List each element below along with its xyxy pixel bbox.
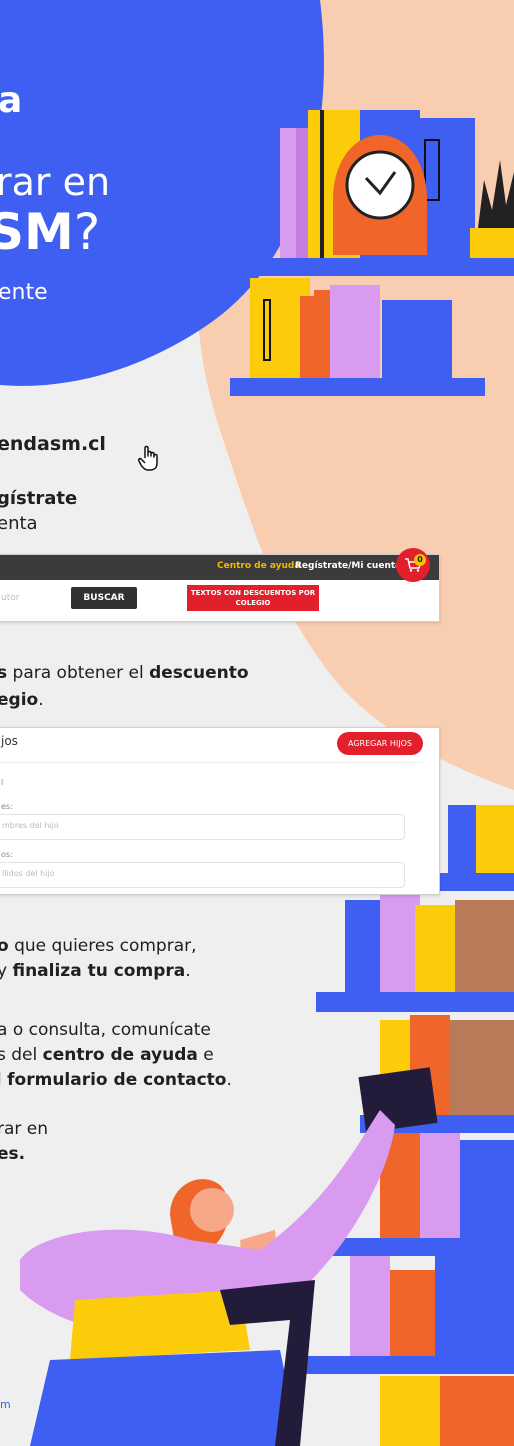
form-small-mark: l (1, 778, 4, 787)
step3-line-2: egio. (0, 688, 44, 713)
step2-account: enta (0, 513, 38, 534)
step5-pre: s del (0, 1045, 43, 1065)
search-button[interactable]: BUSCAR (71, 587, 137, 609)
surnames-placeholder: llidos del hijo (2, 869, 55, 878)
pointer-hand-icon (138, 445, 158, 471)
step4-bold: o (0, 936, 9, 956)
cart-count-badge: 0 (414, 554, 426, 566)
step6-line-1: rar en (0, 1119, 49, 1139)
children-form-panel: jos AGREGAR HIJOS l es: mbres del hijo o… (0, 727, 440, 895)
step5-help-center: centro de ayuda (42, 1045, 198, 1065)
step5-line-3: l formulario de contacto. (0, 1068, 232, 1093)
hero-line-1: a (0, 80, 23, 121)
step3-period: . (38, 690, 44, 710)
footer-text: m (0, 1398, 11, 1411)
discount-button[interactable]: TEXTOS CON DESCUENTOS POR COLEGIO (187, 585, 319, 611)
step4-and: y (0, 961, 8, 981)
names-label: es: (1, 802, 13, 811)
step6-line-2: es. (0, 1144, 26, 1164)
step5-post: e (197, 1045, 214, 1065)
hero-question-mark: ? (73, 203, 101, 261)
top-nav-bar: Centro de ayuda Regístrate/Mi cuenta (0, 555, 439, 580)
surnames-label: os: (1, 850, 13, 859)
step4-line-1: o que quieres comprar, (0, 934, 197, 959)
step5-contact-form: formulario de contacto (7, 1070, 227, 1090)
surnames-field[interactable]: llidos del hijo (0, 862, 405, 888)
step5-line-2: s del centro de ayuda e (0, 1043, 214, 1068)
step3-mid: para obtener el (7, 663, 150, 683)
names-placeholder: mbres del hijo (2, 821, 59, 830)
names-field[interactable]: mbres del hijo (0, 814, 405, 840)
step3-bold-discount: descuento (149, 663, 249, 683)
step5-line-1: a o consulta, comunícate (0, 1020, 211, 1040)
step5-l3-end: . (226, 1070, 232, 1090)
hero-line-2: rar en (0, 160, 111, 204)
step3-bold-school: egio (0, 690, 39, 710)
step4-period: . (185, 961, 191, 981)
form-divider (0, 762, 423, 763)
cart-button[interactable]: 0 (396, 548, 430, 582)
help-center-link[interactable]: Centro de ayuda (217, 561, 300, 571)
step1-domain[interactable]: endasm.cl (0, 432, 106, 457)
search-input[interactable]: utor (1, 593, 19, 603)
bottom-bookshelf (20, 805, 514, 1446)
hero-line-3: SM? (0, 203, 100, 261)
step4-line-2: y finaliza tu compra. (0, 959, 191, 984)
hero-line-4: ente (0, 280, 48, 305)
step4-rest: que quieres comprar, (8, 936, 197, 956)
hero-brand: SM (0, 203, 74, 261)
step3-line-1: s para obtener el descuento (0, 661, 249, 686)
account-link[interactable]: Regístrate/Mi cuenta (295, 561, 401, 571)
shop-header-panel: Centro de ayuda Regístrate/Mi cuenta uto… (0, 554, 440, 622)
step4-finish: finaliza tu compra (12, 961, 186, 981)
children-form-title: jos (1, 734, 18, 748)
add-children-button[interactable]: AGREGAR HIJOS (337, 732, 423, 755)
step2-register: gístrate (0, 488, 78, 509)
